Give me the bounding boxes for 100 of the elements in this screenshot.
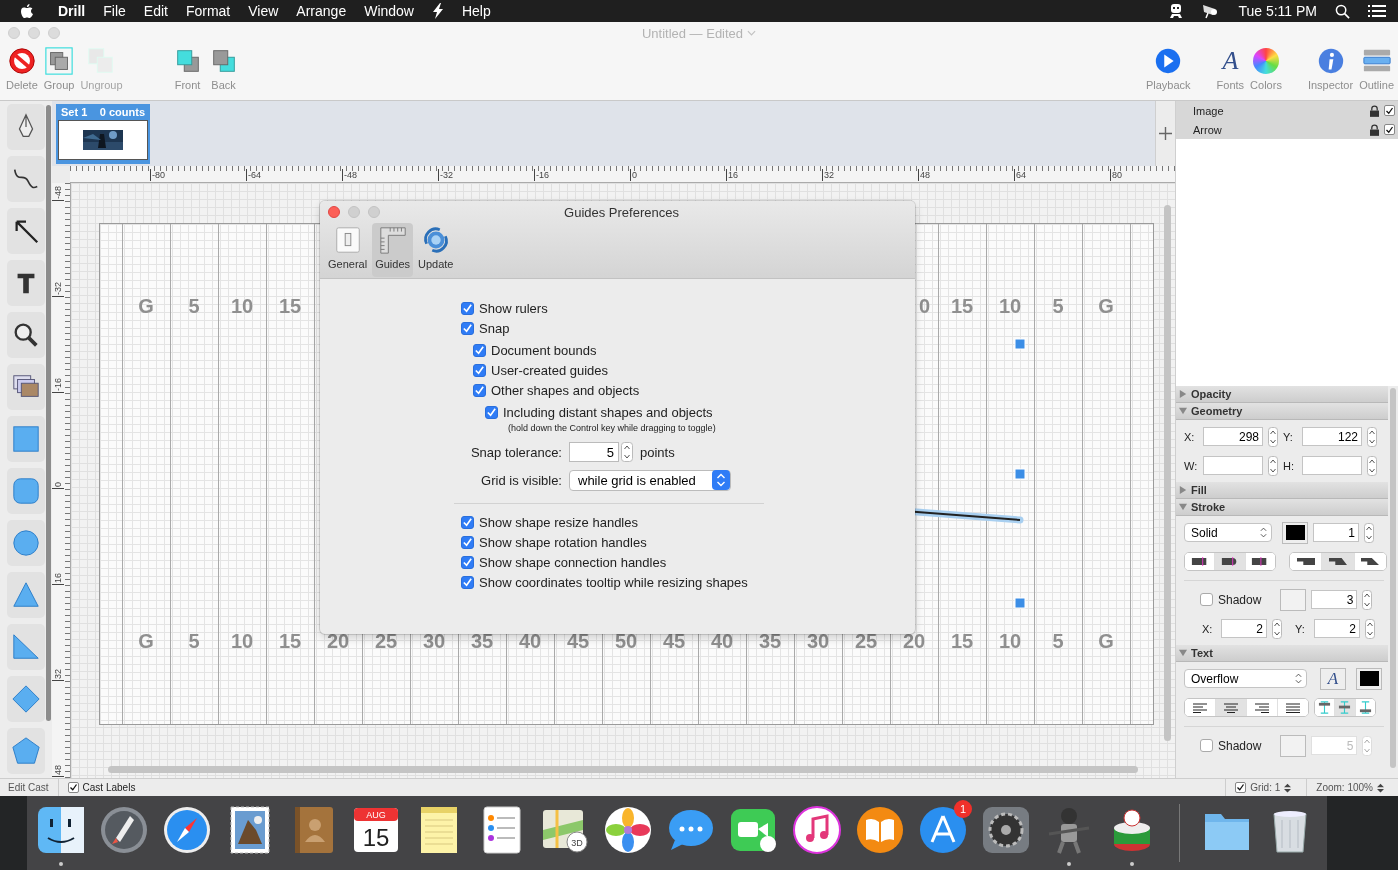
number-field[interactable]: 298 xyxy=(1203,427,1263,446)
checkbox[interactable] xyxy=(461,575,474,589)
color-well[interactable] xyxy=(1356,667,1382,690)
tolerance-field[interactable]: 5 xyxy=(569,442,619,462)
menu-item[interactable]: View xyxy=(248,3,279,19)
checkbox-label[interactable]: Snap xyxy=(479,320,510,336)
line-cap-button[interactable] xyxy=(1185,553,1216,570)
face-icon[interactable] xyxy=(35,804,87,856)
menu-item[interactable]: Help xyxy=(461,3,491,19)
lock-icon[interactable] xyxy=(1370,123,1379,136)
number-field[interactable]: 3 xyxy=(1311,590,1358,609)
section-header[interactable]: Stroke xyxy=(1176,499,1388,516)
pencils-icon[interactable] xyxy=(917,804,969,856)
stepper[interactable] xyxy=(1284,782,1292,793)
checkbox[interactable] xyxy=(1235,782,1247,793)
line-cap-button[interactable] xyxy=(1215,553,1246,570)
line-join-button[interactable] xyxy=(1322,553,1355,570)
search-icon[interactable] xyxy=(1335,3,1350,19)
tool-button[interactable] xyxy=(7,104,45,150)
checkbox[interactable] xyxy=(485,405,498,419)
text-mode-popup[interactable]: Overflow xyxy=(1184,669,1307,688)
scrollbar[interactable] xyxy=(46,105,51,721)
apple-icon[interactable] xyxy=(20,3,34,19)
checkbox[interactable] xyxy=(473,363,486,377)
font-button[interactable]: A xyxy=(1320,667,1346,690)
section-header[interactable]: Fill xyxy=(1176,482,1388,499)
stepper[interactable] xyxy=(1268,426,1278,447)
color-well[interactable] xyxy=(1282,521,1308,544)
section-header[interactable]: Opacity xyxy=(1176,386,1388,403)
line-cap-control[interactable] xyxy=(1184,552,1276,571)
line-join-control[interactable] xyxy=(1289,552,1387,571)
book-icon[interactable] xyxy=(854,804,906,856)
selection-handle[interactable] xyxy=(1014,468,1026,480)
checkbox[interactable] xyxy=(461,321,474,335)
menu-item[interactable]: Format xyxy=(185,3,231,19)
number-field[interactable] xyxy=(1302,456,1362,475)
number-field[interactable]: 122 xyxy=(1302,427,1362,446)
toolbar-button[interactable]: A Fonts xyxy=(1214,44,1247,100)
checkbox-label[interactable]: Show rulers xyxy=(479,300,548,316)
checkbox-label[interactable]: Show shape connection handles xyxy=(479,554,667,570)
section-header[interactable]: Geometry xyxy=(1176,403,1388,420)
tool-button[interactable] xyxy=(7,156,45,202)
checkbox[interactable] xyxy=(473,343,486,357)
preferences-tab[interactable]: Guides xyxy=(372,223,413,277)
checkbox-label[interactable]: Cast Labels xyxy=(82,782,136,793)
menu-item[interactable]: File xyxy=(103,3,126,19)
number-field[interactable]: 2 xyxy=(1221,619,1267,638)
selection-handle[interactable] xyxy=(1014,597,1026,609)
checkbox[interactable] xyxy=(461,515,474,529)
scrollbar[interactable] xyxy=(1390,388,1396,768)
checkbox[interactable] xyxy=(1200,593,1213,606)
menu-item[interactable]: Window xyxy=(364,3,414,19)
close-button[interactable] xyxy=(328,206,340,218)
bolt-icon[interactable] xyxy=(431,3,444,19)
checkbox-label[interactable]: Including distant shapes and objects xyxy=(503,404,713,420)
text-align-control[interactable] xyxy=(1184,698,1309,717)
vertical-align-button[interactable] xyxy=(1315,699,1336,716)
stepper[interactable] xyxy=(1377,782,1384,793)
stepper[interactable] xyxy=(1367,426,1377,447)
checkbox-label[interactable]: Show shape resize handles xyxy=(479,514,638,530)
number-field[interactable] xyxy=(1203,456,1263,475)
visibility-checkbox[interactable] xyxy=(1384,124,1395,135)
stroke-style-popup[interactable]: Solid xyxy=(1184,523,1272,542)
checkbox-label[interactable]: Document bounds xyxy=(491,342,597,358)
stepper[interactable] xyxy=(1365,618,1375,639)
checkbox[interactable] xyxy=(461,535,474,549)
app-menu[interactable]: Drill xyxy=(58,3,86,19)
grid-label[interactable]: Grid: 1 xyxy=(1250,782,1281,793)
tool-button[interactable] xyxy=(7,260,45,306)
tool-button[interactable] xyxy=(7,208,45,254)
checkbox-label[interactable]: User-created guides xyxy=(491,362,609,378)
menu-clock[interactable]: Tue 5:11 PM xyxy=(1238,3,1317,19)
visibility-checkbox[interactable] xyxy=(1384,105,1395,116)
gear-icon[interactable] xyxy=(980,804,1032,856)
lock-icon[interactable] xyxy=(1370,104,1379,117)
stepper[interactable] xyxy=(1268,455,1278,476)
line-join-button[interactable] xyxy=(1290,553,1323,570)
tool-button[interactable] xyxy=(7,312,45,358)
checkbox-label[interactable]: Show shape rotation handles xyxy=(479,534,647,550)
status-label[interactable]: Edit Cast xyxy=(8,782,49,793)
checkbox-label[interactable]: Show coordinates tooltip while resizing shapes xyxy=(479,574,748,590)
stepper[interactable] xyxy=(621,442,633,462)
vertical-align-control[interactable] xyxy=(1314,698,1376,717)
stepper[interactable] xyxy=(1272,618,1282,639)
compass-icon[interactable] xyxy=(161,804,213,856)
menu-item[interactable]: Arrange xyxy=(296,3,347,19)
scrollbar[interactable] xyxy=(1164,205,1171,741)
layer-row[interactable]: Image xyxy=(1176,101,1398,120)
checkbox[interactable] xyxy=(461,555,474,569)
vertical-align-button[interactable] xyxy=(1335,699,1356,716)
checkbox[interactable] xyxy=(67,782,79,793)
preferences-tab[interactable]: General xyxy=(325,223,371,277)
scrollbar[interactable] xyxy=(108,766,1138,773)
flower-icon[interactable] xyxy=(602,804,654,856)
zoom-label[interactable]: Zoom: 100% xyxy=(1316,782,1373,793)
music-note-icon[interactable] xyxy=(791,804,843,856)
checkbox-label[interactable]: Other shapes and objects xyxy=(491,382,640,398)
number-field[interactable]: 1 xyxy=(1313,523,1359,542)
number-field[interactable]: 2 xyxy=(1314,619,1360,638)
stepper[interactable] xyxy=(1364,522,1374,543)
